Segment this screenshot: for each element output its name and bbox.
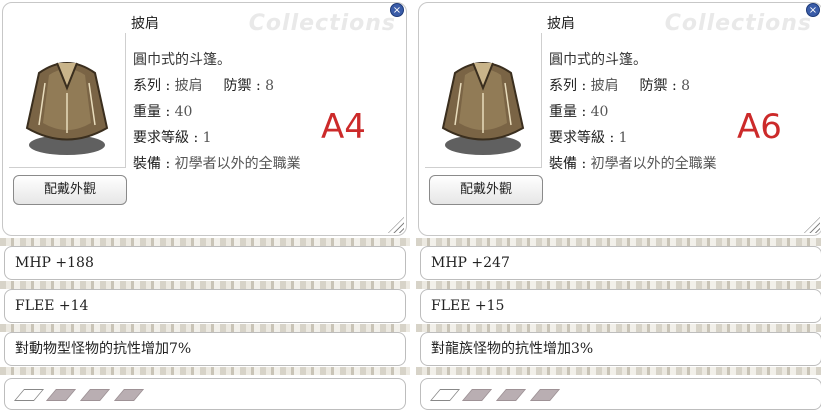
collection-window: Collections × 披肩 圓巾式的斗篷。 系列 : 披肩 防禦 : 8 …: [418, 2, 821, 236]
level-value: 1: [202, 130, 212, 146]
item-level-row: 要求等級 : 1: [133, 125, 301, 151]
item-equip-row: 裝備 : 初學者以外的全職業: [549, 151, 717, 177]
type-value: 披肩: [590, 78, 619, 94]
item-weight-row: 重量 : 40: [549, 99, 717, 125]
item-image: [9, 33, 126, 168]
close-icon[interactable]: ×: [806, 3, 820, 17]
collection-watermark: Collections: [664, 11, 812, 36]
level-label: 要求等級 :: [133, 130, 199, 146]
slot-icon[interactable]: [79, 389, 111, 401]
stat-row: MHP +188: [4, 246, 406, 280]
collection-watermark: Collections: [248, 11, 396, 36]
weight-value: 40: [590, 104, 609, 120]
defense-value: 8: [681, 78, 691, 94]
grade-label: A4: [321, 107, 366, 147]
level-value: 1: [618, 130, 628, 146]
card-slots: [420, 378, 821, 410]
equip-value: 初學者以外的全職業: [174, 156, 301, 172]
resize-handle-icon[interactable]: [804, 217, 820, 233]
slot-icon[interactable]: [113, 389, 145, 401]
divider: [416, 367, 821, 375]
slot-icon[interactable]: [461, 389, 493, 401]
level-label: 要求等級 :: [549, 130, 615, 146]
cape-icon: [441, 62, 525, 155]
divider: [416, 281, 821, 289]
type-value: 披肩: [174, 78, 203, 94]
item-type-row: 系列 : 披肩 防禦 : 8: [133, 73, 301, 99]
close-icon[interactable]: ×: [390, 3, 404, 17]
stat-row: 對龍族怪物的抗性增加3%: [420, 332, 821, 366]
slot-empty-icon[interactable]: [13, 389, 45, 401]
slot-empty-icon[interactable]: [429, 389, 461, 401]
type-label: 系列 :: [549, 78, 587, 94]
weight-label: 重量 :: [133, 104, 171, 120]
divider: [416, 238, 821, 246]
item-description: 圓巾式的斗篷。: [133, 52, 231, 68]
card-slots: [4, 378, 406, 410]
equip-label: 裝備 :: [549, 156, 587, 172]
divider: [0, 281, 410, 289]
type-label: 系列 :: [133, 78, 171, 94]
item-weight-row: 重量 : 40: [133, 99, 301, 125]
item-title: 披肩: [547, 16, 575, 32]
divider: [0, 367, 410, 375]
cape-icon: [25, 62, 109, 155]
stat-row: MHP +247: [420, 246, 821, 280]
item-description: 圓巾式的斗篷。: [549, 52, 647, 68]
divider: [0, 238, 410, 246]
view-appearance-button[interactable]: 配戴外觀: [429, 175, 543, 205]
collection-window: Collections × 披肩 圓巾式的斗篷。 系列 : 披肩 防禦 : 8 …: [2, 2, 407, 236]
slot-icon[interactable]: [45, 389, 77, 401]
slot-icon[interactable]: [495, 389, 527, 401]
divider: [416, 324, 821, 332]
defense-label: 防禦 :: [639, 78, 677, 94]
item-level-row: 要求等級 : 1: [549, 125, 717, 151]
defense-label: 防禦 :: [223, 78, 261, 94]
item-type-row: 系列 : 披肩 防禦 : 8: [549, 73, 717, 99]
item-info: 圓巾式的斗篷。 系列 : 披肩 防禦 : 8 重量 : 40 要求等級 : 1 …: [133, 47, 301, 177]
equip-value: 初學者以外的全職業: [590, 156, 717, 172]
view-appearance-button[interactable]: 配戴外觀: [13, 175, 127, 205]
weight-label: 重量 :: [549, 104, 587, 120]
divider: [0, 324, 410, 332]
grade-label: A6: [737, 107, 782, 147]
resize-handle-icon[interactable]: [388, 217, 404, 233]
stat-row: FLEE +14: [4, 289, 406, 323]
item-info: 圓巾式的斗篷。 系列 : 披肩 防禦 : 8 重量 : 40 要求等級 : 1 …: [549, 47, 717, 177]
item-panel-left: Collections × 披肩 圓巾式的斗篷。 系列 : 披肩 防禦 : 8 …: [0, 0, 410, 416]
item-title: 披肩: [131, 16, 159, 32]
stat-row: 對動物型怪物的抗性增加7%: [4, 332, 406, 366]
defense-value: 8: [265, 78, 275, 94]
item-panel-right: Collections × 披肩 圓巾式的斗篷。 系列 : 披肩 防禦 : 8 …: [416, 0, 821, 416]
item-image: [425, 33, 542, 168]
item-equip-row: 裝備 : 初學者以外的全職業: [133, 151, 301, 177]
slot-icon[interactable]: [529, 389, 561, 401]
weight-value: 40: [174, 104, 193, 120]
equip-label: 裝備 :: [133, 156, 171, 172]
stat-row: FLEE +15: [420, 289, 821, 323]
